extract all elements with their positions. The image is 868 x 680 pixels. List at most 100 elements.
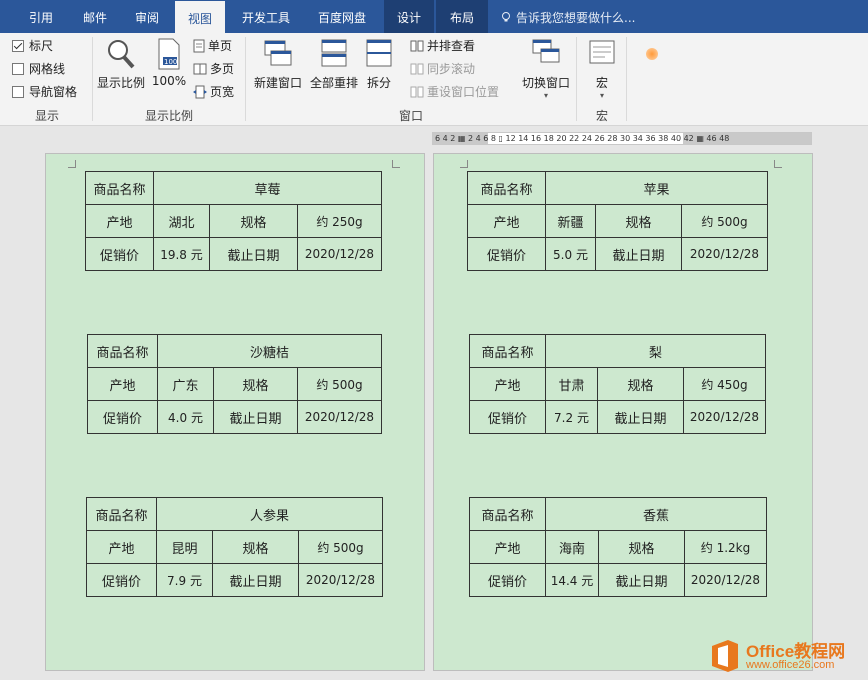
page-width-button[interactable]: 页宽 [193,83,234,101]
tab-layout[interactable]: 布局 [436,0,488,33]
label-deadline[interactable]: 截止日期 [598,563,685,597]
table-row: 产地 广东 规格约 500g [87,367,382,401]
tab-review[interactable]: 审阅 [124,0,170,33]
split-button[interactable]: 拆分 [362,37,396,91]
date-cell[interactable]: 2020/12/28 [684,563,767,597]
price-cell[interactable]: 19.8 元 [153,237,210,271]
spec-cell[interactable]: 约 500g [297,367,382,401]
office26-logo: Office教程网 www.office26.com [702,630,868,680]
spec-cell[interactable]: 约 250g [297,204,382,238]
product-name-cell[interactable]: 沙糖桔 [157,334,382,368]
arrange-all-button[interactable]: 全部重排 [306,37,362,91]
label-product-name[interactable]: 商品名称 [87,334,158,368]
label-spec[interactable]: 规格 [597,367,684,401]
tab-mailings[interactable]: 邮件 [72,0,118,33]
origin-cell[interactable]: 昆明 [156,530,213,564]
label-origin[interactable]: 产地 [469,530,546,564]
product-name-cell[interactable]: 梨 [545,334,766,368]
origin-cell[interactable]: 新疆 [545,204,596,238]
spec-cell[interactable]: 约 1.2kg [684,530,767,564]
label-deadline[interactable]: 截止日期 [213,400,298,434]
multi-page-button[interactable]: 多页 [193,60,234,78]
label-spec[interactable]: 规格 [598,530,685,564]
sync-scroll-icon [410,63,424,75]
tab-design[interactable]: 设计 [384,0,434,33]
table-row: 商品名称 草莓 [85,171,382,205]
table-row: 促销价 7.2 元截止日期 2020/12/28 [469,400,766,434]
margin-corner-mark [774,160,782,168]
margin-corner-mark [392,160,400,168]
tab-view[interactable]: 视图 [175,0,225,33]
tell-me-box[interactable]: 告诉我您想要做什么... [500,0,635,33]
spec-cell[interactable]: 约 500g [681,204,768,238]
date-cell[interactable]: 2020/12/28 [298,563,383,597]
table-row: 产地 昆明 规格约 500g [86,530,383,564]
label-deadline[interactable]: 截止日期 [597,400,684,434]
date-cell[interactable]: 2020/12/28 [297,237,382,271]
label-origin[interactable]: 产地 [469,367,546,401]
label-promo-price[interactable]: 促销价 [467,237,546,271]
product-name-cell[interactable]: 香蕉 [545,497,767,531]
zoom-button[interactable]: 显示比例 [95,37,147,91]
new-window-button[interactable]: 新建窗口 [250,37,306,91]
tab-developer[interactable]: 开发工具 [232,0,300,33]
label-origin[interactable]: 产地 [86,530,157,564]
date-cell[interactable]: 2020/12/28 [683,400,766,434]
zoom-100-button[interactable]: 100 100% [151,37,187,88]
label-origin[interactable]: 产地 [467,204,546,238]
price-cell[interactable]: 4.0 元 [157,400,214,434]
label-spec[interactable]: 规格 [213,367,298,401]
price-cell[interactable]: 14.4 元 [545,563,599,597]
product-name-cell[interactable]: 人参果 [156,497,383,531]
origin-cell[interactable]: 海南 [545,530,599,564]
reset-window-position-button[interactable]: 重设窗口位置 [410,83,499,101]
price-cell[interactable]: 5.0 元 [545,237,596,271]
label-promo-price[interactable]: 促销价 [87,400,158,434]
ruler-checkbox[interactable]: 标尺 [12,37,53,55]
macros-button[interactable]: 宏 ▾ [582,37,622,100]
product-card-table: 商品名称 苹果 产地 新疆 规格约 500g 促销价 5.0 元截止日期 2020/12/28 [467,171,768,271]
group-show: 标尺 网格线 导航窗格 显示 [0,33,94,126]
price-cell[interactable]: 7.2 元 [545,400,598,434]
spec-cell[interactable]: 约 450g [683,367,766,401]
multi-page-icon [193,63,207,75]
tab-references[interactable]: 引用 [18,0,64,33]
origin-cell[interactable]: 广东 [157,367,214,401]
date-cell[interactable]: 2020/12/28 [681,237,768,271]
date-cell[interactable]: 2020/12/28 [297,400,382,434]
label-spec[interactable]: 规格 [209,204,298,238]
label-spec[interactable]: 规格 [595,204,682,238]
label-deadline[interactable]: 截止日期 [212,563,299,597]
price-cell[interactable]: 7.9 元 [156,563,213,597]
nav-pane-checkbox[interactable]: 导航窗格 [12,83,77,101]
product-name-cell[interactable]: 草莓 [153,171,382,205]
dropdown-arrow-icon: ▾ [543,91,548,100]
one-page-button[interactable]: 单页 [193,37,232,55]
label-promo-price[interactable]: 促销价 [85,237,154,271]
label-product-name[interactable]: 商品名称 [469,497,546,531]
horizontal-ruler[interactable]: 6 4 2 ▦ 2 4 6 8 ▯ 12 14 16 18 20 22 24 2… [432,132,812,145]
switch-window-button[interactable]: 切换窗口 ▾ [516,37,576,100]
label-promo-price[interactable]: 促销价 [469,563,546,597]
label-promo-price[interactable]: 促销价 [86,563,157,597]
gridlines-checkbox[interactable]: 网格线 [12,60,65,78]
label-product-name[interactable]: 商品名称 [467,171,546,205]
label-product-name[interactable]: 商品名称 [85,171,154,205]
sync-scroll-button[interactable]: 同步滚动 [410,60,475,78]
label-spec[interactable]: 规格 [212,530,299,564]
product-name-cell[interactable]: 苹果 [545,171,768,205]
label-origin[interactable]: 产地 [85,204,154,238]
spec-cell[interactable]: 约 500g [298,530,383,564]
reset-position-icon [410,86,424,98]
side-by-side-button[interactable]: 并排查看 [410,37,475,55]
label-deadline[interactable]: 截止日期 [595,237,682,271]
label-promo-price[interactable]: 促销价 [469,400,546,434]
label-product-name[interactable]: 商品名称 [469,334,546,368]
arrange-all-icon [321,39,347,67]
origin-cell[interactable]: 湖北 [153,204,210,238]
origin-cell[interactable]: 甘肃 [545,367,598,401]
label-product-name[interactable]: 商品名称 [86,497,157,531]
label-deadline[interactable]: 截止日期 [209,237,298,271]
label-origin[interactable]: 产地 [87,367,158,401]
tab-baidu-netdisk[interactable]: 百度网盘 [306,0,378,33]
